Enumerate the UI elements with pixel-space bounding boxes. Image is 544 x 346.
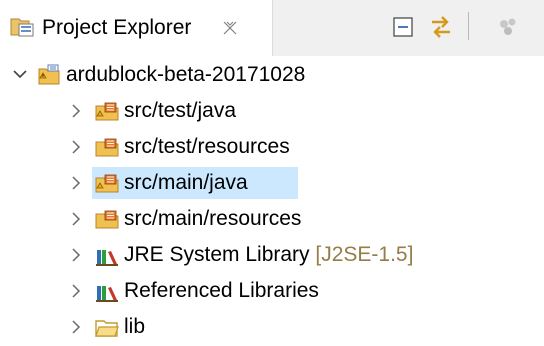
project-explorer-icon (10, 18, 34, 37)
tree-item-project[interactable]: ardublock-beta-20171028 (0, 59, 544, 91)
tree-item-src-main-java[interactable]: src/main/java (0, 167, 544, 199)
tree-item-src-test-java[interactable]: src/test/java (0, 95, 544, 127)
tree-item-jre-system-library[interactable]: JRE System Library [J2SE-1.5] (0, 239, 544, 271)
tree-item-lib[interactable]: lib (0, 311, 544, 343)
chevron-right-icon[interactable] (66, 275, 86, 307)
project-explorer-view: Project Explorer ardublock-beta-20171028… (0, 0, 544, 346)
tree-item-label: lib (124, 315, 146, 338)
chevron-right-icon[interactable] (66, 203, 86, 235)
link-with-editor-icon[interactable] (426, 12, 456, 42)
view-menu-icon[interactable] (494, 12, 524, 42)
chevron-right-icon[interactable] (66, 95, 86, 127)
tree-item-label: Referenced Libraries (124, 279, 319, 302)
chevron-right-icon[interactable] (66, 311, 86, 343)
close-icon[interactable] (221, 16, 239, 38)
chevron-right-icon[interactable] (66, 167, 86, 199)
source-folder-icon (95, 210, 119, 229)
library-icon (96, 250, 118, 266)
tree-item-label: src/main/java (124, 171, 248, 194)
folder-icon (95, 320, 119, 337)
chevron-down-icon[interactable] (10, 59, 30, 91)
source-folder-icon (95, 174, 119, 193)
tree-item-label: src/main/resources (124, 207, 302, 230)
tree-item-src-main-resources[interactable]: src/main/resources (0, 203, 544, 235)
project-label: ardublock-beta-20171028 (66, 63, 306, 86)
tree-item-referenced-libraries[interactable]: Referenced Libraries (0, 275, 544, 307)
toolbar-separator (468, 12, 469, 40)
source-folder-icon (95, 138, 119, 157)
library-name: JRE System Library (124, 243, 310, 266)
java-project-icon (38, 64, 60, 85)
library-icon (96, 286, 118, 302)
view-title: Project Explorer (42, 16, 192, 39)
collapse-all-icon[interactable] (389, 12, 419, 42)
tab-project-explorer[interactable]: Project Explorer (0, 0, 273, 56)
chevron-right-icon[interactable] (66, 131, 86, 163)
project-tree: ardublock-beta-20171028 src/test/java sr… (0, 56, 544, 346)
source-folder-icon (95, 102, 119, 121)
tree-item-src-test-resources[interactable]: src/test/resources (0, 131, 544, 163)
chevron-right-icon[interactable] (66, 239, 86, 271)
tree-item-label: JRE System Library [J2SE-1.5] (124, 239, 413, 271)
tree-item-label: src/test/java (124, 99, 237, 122)
view-title-bar: Project Explorer (0, 0, 544, 56)
library-version-decoration: [J2SE-1.5] (315, 243, 414, 266)
tree-item-label: src/test/resources (124, 135, 290, 158)
